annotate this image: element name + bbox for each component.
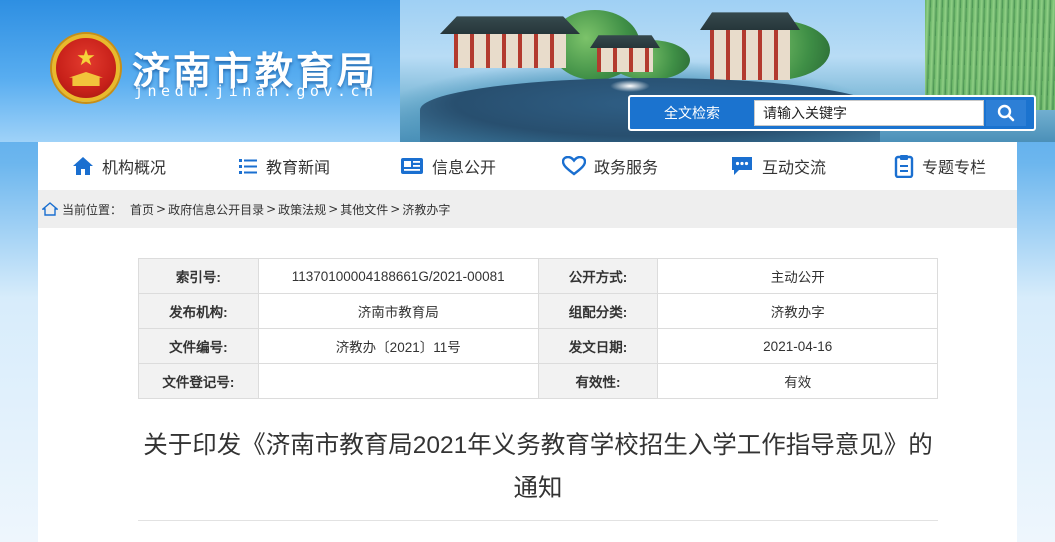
breadcrumb-policies[interactable]: 政策法规 bbox=[278, 201, 326, 218]
meta-key: 公开方式: bbox=[537, 258, 659, 294]
meta-value: 济教办字 bbox=[657, 293, 938, 329]
heart-icon bbox=[562, 156, 586, 176]
list-icon bbox=[239, 159, 257, 174]
breadcrumb-prefix: 当前位置： bbox=[62, 202, 123, 217]
header-banner: ★ 济南市教育局 jnedu.jinan.gov.cn 全文检索 bbox=[0, 0, 1055, 142]
meta-key: 索引号: bbox=[138, 258, 259, 294]
national-emblem-icon: ★ bbox=[52, 34, 120, 102]
meta-value: 有效 bbox=[657, 363, 938, 399]
nav-label: 机构概况 bbox=[102, 158, 167, 177]
breadcrumb: 当前位置： 首页 > 政府信息公开目录 > 政策法规 > 其他文件 > 济教办字 bbox=[38, 190, 1017, 228]
chat-icon bbox=[732, 157, 752, 175]
nav-item-news[interactable]: 教育新闻 bbox=[238, 142, 330, 190]
breadcrumb-separator: > bbox=[390, 202, 401, 216]
nav-item-special-topics[interactable]: 专题专栏 bbox=[894, 142, 986, 190]
nav-label: 专题专栏 bbox=[922, 158, 987, 177]
meta-value: 济南市教育局 bbox=[257, 293, 539, 329]
nav-label: 信息公开 bbox=[432, 158, 497, 177]
search-button[interactable] bbox=[986, 100, 1026, 126]
nav-item-info-disclosure[interactable]: 信息公开 bbox=[400, 142, 496, 190]
meta-value: 2021-04-16 bbox=[657, 328, 938, 364]
nav-label: 互动交流 bbox=[762, 158, 827, 177]
document-meta-table: 索引号: 11370100004188661G/2021-00081 公开方式:… bbox=[138, 258, 938, 399]
search-icon bbox=[997, 104, 1015, 122]
breadcrumb-gov-info-catalog[interactable]: 政府信息公开目录 bbox=[168, 201, 264, 218]
meta-value bbox=[257, 363, 539, 399]
home-icon bbox=[73, 157, 93, 175]
meta-key: 发文日期: bbox=[537, 328, 659, 364]
search-label[interactable]: 全文检索 bbox=[630, 103, 754, 123]
breadcrumb-separator: > bbox=[328, 202, 339, 216]
nav-item-interaction[interactable]: 互动交流 bbox=[730, 142, 826, 190]
search-input[interactable] bbox=[754, 100, 984, 126]
table-row: 文件编号: 济教办〔2021〕11号 发文日期: 2021-04-16 bbox=[138, 328, 938, 364]
title-divider bbox=[138, 520, 938, 521]
meta-key: 发布机构: bbox=[138, 293, 259, 329]
newspaper-icon bbox=[401, 158, 423, 174]
meta-key: 有效性: bbox=[537, 363, 659, 399]
breadcrumb-current[interactable]: 济教办字 bbox=[402, 201, 450, 218]
breadcrumb-other-files[interactable]: 其他文件 bbox=[340, 201, 388, 218]
clipboard-icon bbox=[894, 155, 914, 178]
nav-item-government-service[interactable]: 政务服务 bbox=[562, 142, 658, 190]
search-box: 全文检索 bbox=[628, 95, 1036, 131]
content-panel: 索引号: 11370100004188661G/2021-00081 公开方式:… bbox=[38, 228, 1017, 542]
meta-key: 文件登记号: bbox=[138, 363, 259, 399]
meta-key: 组配分类: bbox=[537, 293, 659, 329]
table-row: 文件登记号: 有效性: 有效 bbox=[138, 363, 938, 399]
meta-value: 主动公开 bbox=[657, 258, 938, 294]
document-title: 关于印发《济南市教育局2021年义务教育学校招生入学工作指导意见》的通知 bbox=[143, 432, 933, 502]
meta-value: 济教办〔2021〕11号 bbox=[257, 328, 539, 364]
main-nav: 机构概况 教育新闻 信息公开 政务服务 互动交流 专题专栏 bbox=[38, 142, 1017, 190]
meta-value: 11370100004188661G/2021-00081 bbox=[257, 258, 539, 294]
breadcrumb-separator: > bbox=[266, 202, 277, 216]
breadcrumb-separator: > bbox=[156, 202, 167, 216]
meta-key: 文件编号: bbox=[138, 328, 259, 364]
nav-label: 政务服务 bbox=[594, 158, 659, 177]
nav-label: 教育新闻 bbox=[266, 158, 331, 177]
table-row: 发布机构: 济南市教育局 组配分类: 济教办字 bbox=[138, 293, 938, 329]
nav-item-institution[interactable]: 机构概况 bbox=[72, 142, 166, 190]
table-row: 索引号: 11370100004188661G/2021-00081 公开方式:… bbox=[138, 258, 938, 294]
breadcrumb-home[interactable]: 首页 bbox=[130, 201, 154, 218]
site-domain: jnedu.jinan.gov.cn bbox=[134, 82, 378, 100]
home-outline-icon bbox=[42, 202, 58, 216]
